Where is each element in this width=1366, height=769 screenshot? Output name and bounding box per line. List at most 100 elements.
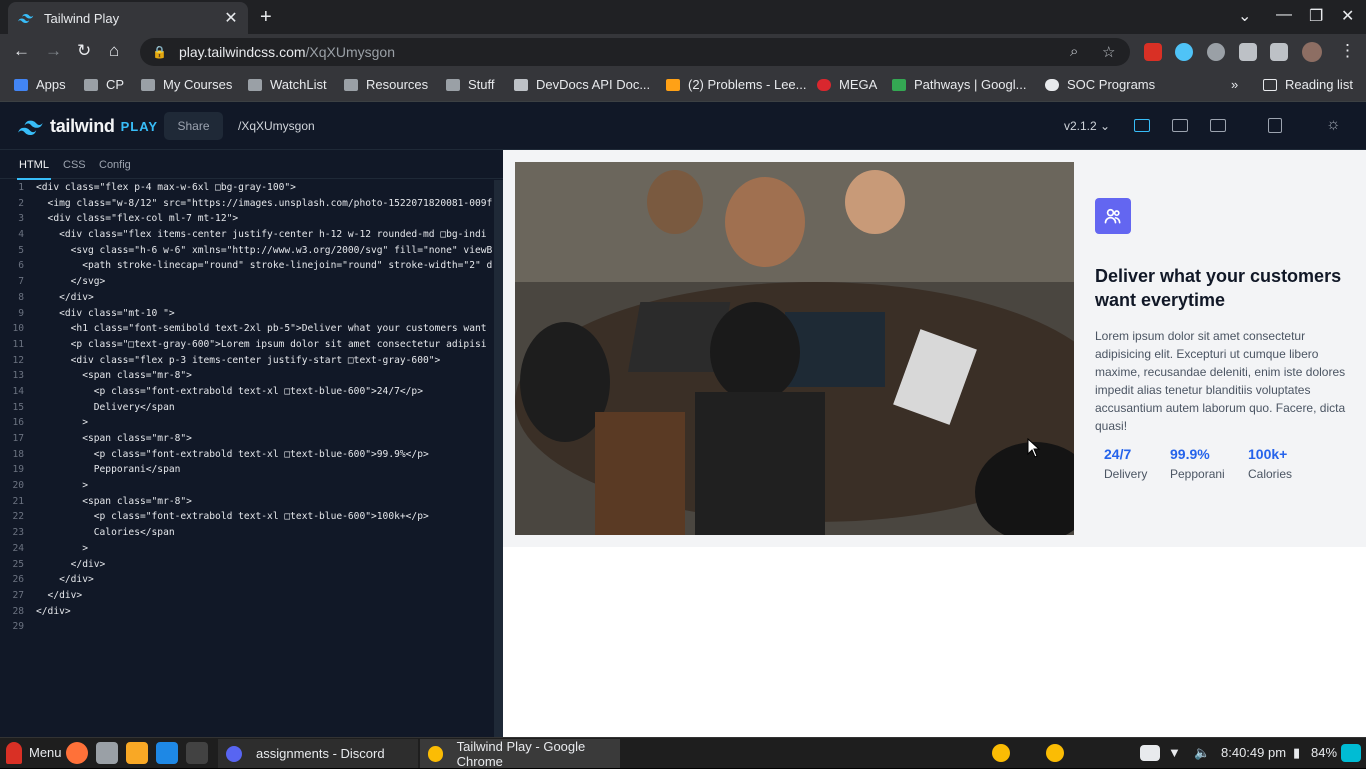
clock[interactable]: 8:40:49 pm [1221, 745, 1286, 760]
bookmark-soc[interactable]: SOC Programs [1045, 77, 1155, 92]
theme-toggle-icon[interactable]: ☼ [1326, 116, 1341, 134]
editor-scrollbar[interactable] [494, 180, 503, 737]
bookmark-apps[interactable]: Apps [14, 77, 66, 92]
bookmark-label: CP [106, 77, 125, 92]
notifications-icon[interactable] [1341, 744, 1361, 762]
more-menu-icon[interactable]: ⋮ [1339, 41, 1356, 61]
url-path: /XqXUmysgon [305, 44, 395, 60]
new-tab-icon[interactable]: + [260, 6, 272, 29]
line-number: 12 [12, 354, 24, 366]
bookmark-label: Resources [366, 77, 429, 92]
address-bar[interactable]: 🔒 play.tailwindcss.com/XqXUmysgon ⌕ ☆ [140, 38, 1130, 66]
code-text: </div> [36, 589, 83, 601]
extension-icon[interactable] [1207, 43, 1225, 61]
tailwind-logo-icon [18, 120, 43, 135]
code-text: Calories</span [36, 527, 175, 539]
extension-icon[interactable] [1144, 43, 1162, 61]
taskbar-window-chrome[interactable]: Tailwind Play - Google Chrome [420, 738, 620, 769]
tab-config[interactable]: Config [99, 159, 131, 171]
bookmark-devdocs[interactable]: DevDocs API Doc... [514, 77, 650, 92]
files-icon[interactable] [96, 742, 118, 764]
code-text: > [36, 480, 88, 492]
minimize-icon[interactable]: — [1276, 6, 1292, 24]
line-number: 23 [12, 527, 24, 539]
discord-tray-icon[interactable] [1140, 745, 1160, 761]
folder-icon [141, 78, 155, 91]
avatar[interactable] [1302, 42, 1322, 62]
stat-calories: 100k+ Calories [1248, 446, 1292, 481]
version-select[interactable]: v2.1.2 ⌄ [1064, 119, 1110, 133]
bookmark-label: Apps [36, 77, 66, 92]
chrome-icon[interactable] [1046, 744, 1064, 762]
bookmark-mega[interactable]: MEGA [817, 77, 877, 92]
feature-card: Deliver what your customers want everyti… [503, 150, 1366, 547]
battery-icon[interactable]: ▮ [1293, 745, 1300, 761]
back-icon[interactable]: ← [13, 41, 30, 61]
tab-search-icon[interactable]: ⌄ [1238, 6, 1251, 26]
bookmark-label: Stuff [468, 77, 495, 92]
line-number: 14 [12, 385, 24, 397]
bookmark-folder[interactable]: My Courses [141, 77, 232, 92]
line-number: 4 [18, 229, 24, 241]
bookmark-leetcode[interactable]: (2) Problems - Lee... [666, 77, 807, 92]
zoom-icon[interactable]: ⌕ [1070, 43, 1078, 60]
team-photo [515, 162, 1074, 535]
bookmark-label: My Courses [163, 77, 233, 92]
react-devtools-icon[interactable] [1175, 43, 1193, 61]
reading-list-button[interactable]: Reading list [1263, 77, 1353, 92]
home-icon[interactable]: ⌂ [109, 41, 119, 61]
responsive-icon[interactable] [1268, 118, 1282, 133]
layout-vertical-icon[interactable] [1134, 119, 1150, 132]
forward-icon[interactable]: → [45, 41, 62, 61]
terminal-icon[interactable] [186, 742, 208, 764]
bookmark-folder[interactable]: Resources [344, 77, 428, 92]
code-text: <div class="flex-col ml-7 mt-12"> [36, 213, 239, 225]
preview-heading: Deliver what your customers want everyti… [1095, 266, 1342, 310]
restore-icon[interactable]: ❐ [1309, 6, 1323, 26]
line-number: 26 [12, 574, 24, 586]
code-line: 3 <div class="flex-col ml-7 mt-12"> [0, 211, 494, 227]
extensions-puzzle-icon[interactable] [1239, 43, 1257, 61]
window-title: Tailwind Play - Google Chrome [456, 738, 586, 769]
code-line: 19 Pepporani</span [0, 462, 494, 478]
browser-tab[interactable]: Tailwind Play ✕ [8, 2, 248, 34]
line-number: 1 [18, 182, 24, 193]
bookmark-folder[interactable]: CP [84, 77, 124, 92]
volume-icon[interactable]: 🔈 [1194, 745, 1210, 761]
chrome-icon[interactable] [992, 744, 1010, 762]
close-tab-icon[interactable]: ✕ [224, 8, 238, 28]
tailwind-logo[interactable]: tailwind PLAY [18, 116, 158, 137]
bookmark-label: Pathways | Googl... [914, 77, 1027, 92]
code-text: <p class="font-extrabold text-xl □text-b… [36, 511, 429, 523]
more-bookmarks-icon[interactable]: » [1231, 77, 1238, 92]
close-window-icon[interactable]: ✕ [1341, 6, 1354, 26]
share-button[interactable]: Share [164, 112, 223, 140]
media-icon[interactable] [1270, 43, 1288, 61]
layout-horizontal-icon[interactable] [1172, 119, 1188, 132]
users-icon [1104, 208, 1121, 224]
sublime-icon[interactable] [126, 742, 148, 764]
layout-preview-icon[interactable] [1210, 119, 1226, 132]
firefox-icon[interactable] [66, 742, 88, 764]
menu-button[interactable]: Menu [29, 745, 62, 760]
bookmark-label: WatchList [270, 77, 327, 92]
code-text: Pepporani</span [36, 464, 181, 476]
bookmark-pathways[interactable]: Pathways | Googl... [892, 77, 1027, 92]
taskbar-window-discord[interactable]: assignments - Discord [218, 739, 418, 768]
bookmark-folder[interactable]: Stuff [446, 77, 495, 92]
code-text: </div> [36, 291, 94, 303]
code-line: 15 Delivery</span [0, 400, 494, 416]
tab-html[interactable]: HTML [17, 159, 51, 180]
line-number: 29 [12, 621, 24, 633]
code-area[interactable]: 1 <div class="flex p-4 max-w-6xl □bg-gray… [0, 180, 494, 737]
reload-icon[interactable]: ↻ [77, 41, 91, 61]
stat-value: 100k+ [1248, 446, 1288, 462]
line-number: 3 [18, 213, 24, 225]
bookmark-star-icon[interactable]: ☆ [1102, 43, 1115, 61]
tab-css[interactable]: CSS [63, 159, 86, 171]
vscode-icon[interactable] [156, 742, 178, 764]
code-line: 25 </div> [0, 557, 494, 573]
wifi-icon[interactable]: ▼ [1168, 745, 1181, 760]
bookmark-folder[interactable]: WatchList [248, 77, 327, 92]
line-number: 6 [18, 260, 24, 272]
